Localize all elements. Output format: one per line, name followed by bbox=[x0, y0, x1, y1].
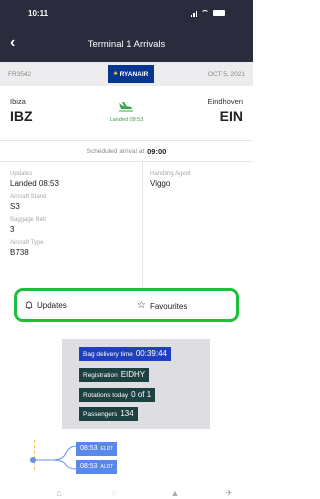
airline-logo: ♣ RYANAIR bbox=[108, 65, 154, 83]
status-time: 10:11 bbox=[28, 8, 49, 18]
harp-icon: ♣ bbox=[113, 71, 118, 77]
bottom-nav: ⌂ ◌ ▲ ✈ bbox=[0, 484, 253, 499]
stand-value: S3 bbox=[10, 202, 20, 211]
handling-agent-label: Handling Agent bbox=[150, 171, 191, 177]
rotations-tag: Rotations today 0 of 1 bbox=[79, 388, 156, 402]
status-bar: 10:11 bbox=[0, 0, 253, 26]
updates-button-label: Updates bbox=[37, 301, 67, 310]
updates-label: Updates bbox=[10, 171, 33, 177]
aldt-time: 08:53 bbox=[80, 463, 98, 470]
scheduled-time: 09:00 bbox=[147, 146, 167, 156]
passengers-tag: Passengers 134 bbox=[79, 407, 138, 421]
details-divider bbox=[142, 162, 143, 290]
aircraft-type-value: B738 bbox=[10, 248, 29, 257]
system-icons bbox=[190, 10, 225, 17]
wifi-icon bbox=[201, 10, 209, 16]
passengers-label: Passengers bbox=[83, 411, 118, 418]
scheduled-label: Scheduled arrival at bbox=[86, 147, 145, 155]
nav-bar: ‹ Terminal 1 Arrivals bbox=[0, 26, 253, 62]
belt-label: Baggage Belt bbox=[10, 217, 47, 223]
registration-tag: Registration EIDHY bbox=[79, 368, 150, 382]
details-left-column: Updates Landed 08:53 Aircraft Stand S3 B… bbox=[10, 170, 140, 262]
airline-name: RYANAIR bbox=[119, 70, 149, 78]
route-section: Ibiza IBZ Landed 08:53 Eindhoven EIN bbox=[0, 86, 253, 138]
bell-icon bbox=[25, 301, 33, 310]
chat-icon[interactable]: ◌ bbox=[107, 488, 121, 499]
plane-nav-icon[interactable]: ✈ bbox=[222, 488, 236, 499]
details-right-column: Handling Agent Viggo bbox=[150, 170, 250, 193]
bag-delivery-value: 00:39:44 bbox=[135, 349, 167, 358]
bag-delivery-tag: Bag delivery time 00:39:44 bbox=[79, 347, 171, 361]
destination-city: Eindhoven bbox=[207, 97, 243, 106]
favourites-button[interactable]: ☆ Favourites bbox=[137, 301, 187, 311]
handling-agent-value: Viggo bbox=[150, 179, 171, 188]
scheduled-arrival: Scheduled arrival at 09:00 bbox=[0, 140, 253, 162]
stand-label: Aircraft Stand bbox=[10, 194, 47, 200]
timeline-dot bbox=[30, 457, 36, 463]
registration-value: EIDHY bbox=[120, 370, 146, 379]
landed-status: Landed 08:53 bbox=[109, 117, 144, 123]
updates-value: Landed 08:53 bbox=[10, 179, 59, 188]
origin-city: Ibiza bbox=[10, 97, 26, 106]
bag-delivery-label: Bag delivery time bbox=[83, 351, 133, 358]
rotations-label: Rotations today bbox=[83, 392, 129, 399]
aldt-code: ALDT bbox=[100, 464, 114, 470]
timeline-eldt: 08:53 ELDT bbox=[76, 442, 118, 456]
passengers-value: 134 bbox=[120, 409, 134, 418]
page-title: Terminal 1 Arrivals bbox=[87, 38, 166, 50]
flight-number: FR3542 bbox=[8, 70, 32, 78]
registration-label: Registration bbox=[83, 372, 118, 379]
timeline-aldt: 08:53 ALDT bbox=[76, 460, 118, 474]
destination-code: EIN bbox=[219, 108, 243, 124]
belt-value: 3 bbox=[10, 225, 15, 234]
favourites-button-label: Favourites bbox=[149, 301, 188, 311]
flight-date: OCT 5, 2021 bbox=[207, 70, 245, 78]
updates-button[interactable]: Updates bbox=[25, 301, 67, 310]
star-icon: ☆ bbox=[137, 300, 146, 311]
aircraft-type-label: Aircraft Type bbox=[10, 240, 44, 246]
signal-icon bbox=[190, 10, 197, 17]
rotations-value: 0 of 1 bbox=[131, 390, 152, 399]
eldt-code: ELDT bbox=[100, 446, 114, 452]
actions-bar: Updates ☆ Favourites bbox=[14, 288, 239, 322]
back-button[interactable]: ‹ bbox=[10, 33, 15, 53]
battery-icon bbox=[213, 10, 225, 16]
landing-plane-icon bbox=[119, 102, 133, 112]
flight-info-strip: FR3542 ♣ RYANAIR OCT 5, 2021 bbox=[0, 62, 253, 86]
home-icon[interactable]: ⌂ bbox=[52, 488, 66, 499]
bell-nav-icon[interactable]: ▲ bbox=[168, 488, 182, 499]
flight-details: Updates Landed 08:53 Aircraft Stand S3 B… bbox=[0, 162, 253, 290]
eldt-time: 08:53 bbox=[80, 445, 98, 452]
